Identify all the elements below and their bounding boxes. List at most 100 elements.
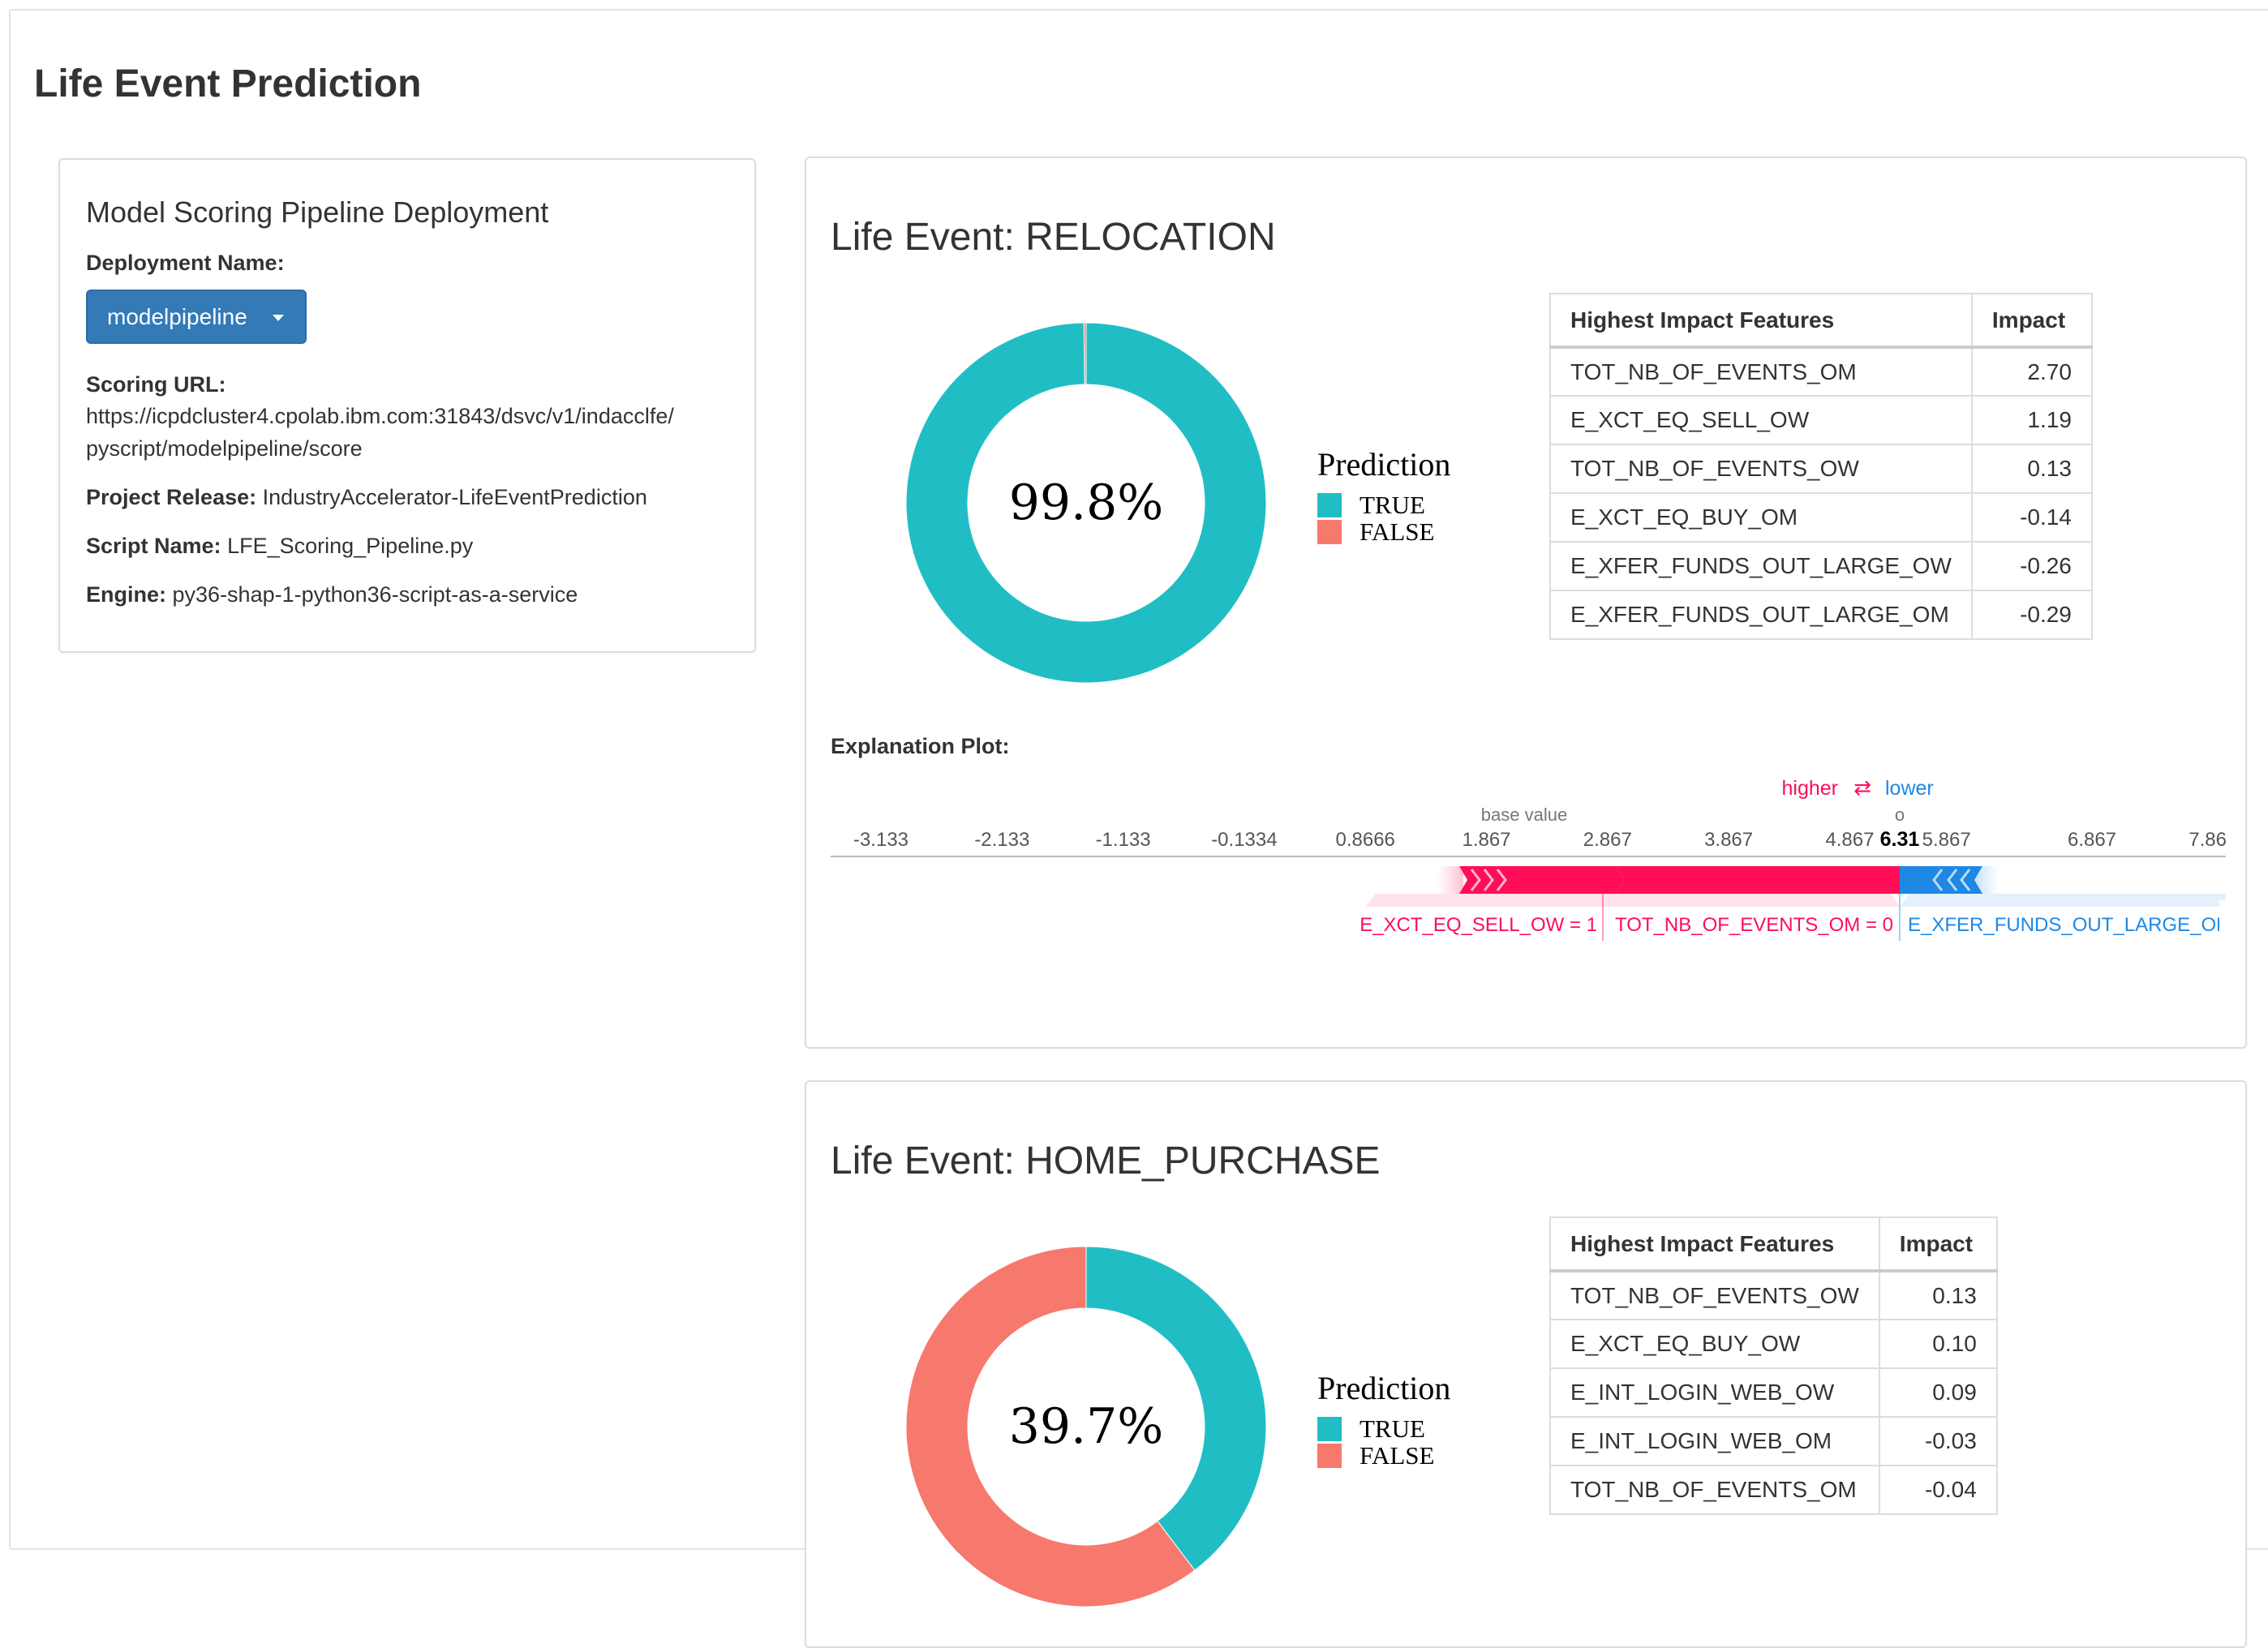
feature-name: E_XCT_EQ_BUY_OW [1549, 1319, 1880, 1369]
feature-name: TOT_NB_OF_EVENTS_OM [1549, 346, 1973, 397]
deployment-panel-title: Model Scoring Pipeline Deployment [86, 195, 549, 229]
script-name: Script Name: LFE_Scoring_Pipeline.py [86, 530, 473, 563]
higher-lower-arrows-icon: ⇄ [1853, 776, 1871, 800]
force-feature-label: E_XCT_EQ_SELL_OW = 1 [1360, 914, 1597, 936]
header-impact: Impact [1970, 293, 2093, 349]
legend-label-true: TRUE [1360, 1414, 1425, 1443]
feature-name: E_INT_LOGIN_WEB_OW [1549, 1367, 1880, 1418]
force-axis-tick-label: -0.1334 [1211, 829, 1277, 851]
table-row: E_INT_LOGIN_WEB_OM -0.03 [1549, 1416, 1998, 1466]
force-fade-right [1974, 866, 1999, 894]
legend-label-true: TRUE [1360, 490, 1425, 519]
feature-impact: -0.14 [1970, 492, 2093, 543]
legend-item-true: TRUE [1317, 490, 1450, 519]
legend-label-false: FALSE [1360, 517, 1435, 546]
table-row: E_XFER_FUNDS_OUT_LARGE_OW -0.26 [1549, 541, 2093, 591]
project-release-label: Project Release: [86, 485, 257, 509]
feature-impact: -0.04 [1878, 1465, 1998, 1515]
table-row: E_XCT_EQ_SELL_OW 1.19 [1549, 395, 2093, 445]
feature-impact: 0.13 [1970, 444, 2093, 494]
feature-impact: 1.19 [1970, 395, 2093, 445]
table-row: TOT_NB_OF_EVENTS_OM 2.70 [1549, 346, 2093, 397]
impact-table-header: Highest Impact Features Impact [1549, 293, 2093, 349]
feature-impact: -0.03 [1878, 1416, 1998, 1466]
feature-name: E_XCT_EQ_SELL_OW [1549, 395, 1973, 445]
force-axis-tick-label: 3.867 [1704, 829, 1753, 851]
engine: Engine: py36-shap-1-python36-script-as-a… [86, 578, 578, 612]
scoring-url-line2: pyscript/modelpipeline/score [86, 436, 363, 461]
prediction-legend: Prediction TRUE FALSE [1317, 445, 1451, 546]
table-row: E_XCT_EQ_BUY_OM -0.14 [1549, 492, 2093, 543]
event-title: Life Event: RELOCATION [831, 216, 1276, 259]
caret-down-icon [273, 315, 284, 321]
legend-label-false: FALSE [1360, 1440, 1435, 1470]
table-row: TOT_NB_OF_EVENTS_OW 0.13 [1549, 444, 2093, 494]
feature-name: E_INT_LOGIN_WEB_OM [1549, 1416, 1880, 1466]
legend-item-false: FALSE [1317, 517, 1450, 546]
force-axis-tick-label: 0.8666 [1335, 829, 1394, 851]
feature-name: E_XFER_FUNDS_OUT_LARGE_OW [1549, 541, 1973, 591]
force-axis-ticks: -3.133 -2.133 -1.133 -0.1334 0.8666 1.867 2.86… [853, 829, 2226, 851]
donut-center-label: 39.7% [1008, 1398, 1164, 1455]
feature-impact: 0.09 [1878, 1367, 1998, 1418]
lower-label: lower [1885, 777, 1934, 800]
feature-name: TOT_NB_OF_EVENTS_OW [1549, 1270, 1880, 1320]
feature-impact: 2.70 [1970, 346, 2093, 397]
prediction-donut: 99.8% [904, 320, 1269, 685]
force-axis-tick-label: 6.867 [2068, 829, 2116, 851]
legend-title: Prediction [1317, 1370, 1451, 1406]
output-marker: o [1895, 805, 1905, 825]
prediction-legend: Prediction TRUE FALSE [1317, 1369, 1451, 1470]
explanation-plot-label: Explanation Plot: [831, 734, 1010, 758]
deployment-name-label: Deployment Name: [86, 251, 285, 275]
page-title: Life Event Prediction [34, 62, 422, 105]
impact-table: Highest Impact Features Impact TOT_NB_OF… [1549, 1217, 1998, 1515]
event-title: Life Event: HOME_PURCHASE [831, 1139, 1381, 1182]
deployment-panel: Model Scoring Pipeline Deployment Deploy… [58, 158, 756, 653]
project-release: Project Release: IndustryAccelerator-Lif… [86, 481, 647, 514]
event-panel-home-purchase: Life Event: HOME_PURCHASE 39.7% Predicti… [805, 1080, 2247, 1648]
force-axis-tick-label: -1.133 [1096, 829, 1151, 851]
force-fade-left [1437, 866, 1463, 894]
legend-swatch-false [1317, 519, 1342, 544]
legend-item-false: FALSE [1317, 1440, 1450, 1470]
feature-name: E_XFER_FUNDS_OUT_LARGE_OM [1549, 590, 1973, 640]
scoring-url-line1: https://icpdcluster4.cpolab.ibm.com:3184… [86, 404, 674, 428]
impact-table-body: TOT_NB_OF_EVENTS_OM 2.70 E_XCT_EQ_SELL_OW 1… [1549, 346, 2093, 640]
legend-swatch-true [1317, 1416, 1342, 1441]
feature-impact: 0.13 [1878, 1270, 1998, 1320]
event-panel-relocation: Life Event: RELOCATION 99.8% Prediction … [805, 157, 2247, 1049]
impact-table-body: TOT_NB_OF_EVENTS_OW 0.13 E_XCT_EQ_BUY_OW 0.… [1549, 1270, 1998, 1515]
impact-table-header: Highest Impact Features Impact [1549, 1217, 1998, 1272]
legend-swatch-false [1317, 1443, 1342, 1468]
force-feature-label: TOT_NB_OF_EVENTS_OM = 0 [1615, 914, 1893, 936]
legend-title: Prediction [1317, 446, 1451, 483]
donut-center-label: 99.8% [1008, 474, 1164, 531]
prediction-donut: 39.7% [904, 1244, 1269, 1609]
table-row: E_INT_LOGIN_WEB_OW 0.09 [1549, 1367, 1998, 1418]
force-bar-tot-nb-of-events-om [1616, 866, 1900, 894]
table-row: TOT_NB_OF_EVENTS_OW 0.13 [1549, 1270, 1998, 1320]
feature-impact: 0.10 [1878, 1319, 1998, 1369]
table-row: E_XCT_EQ_BUY_OW 0.10 [1549, 1319, 1998, 1369]
force-clip-mask [2219, 900, 2226, 949]
deployment-dropdown[interactable]: modelpipeline [86, 290, 307, 344]
table-row: E_XFER_FUNDS_OUT_LARGE_OM -0.29 [1549, 590, 2093, 640]
engine-label: Engine: [86, 582, 166, 607]
higher-label: higher [1782, 777, 1839, 800]
header-feature: Highest Impact Features [1549, 1217, 1880, 1272]
force-axis-tick-label: -2.133 [974, 829, 1029, 851]
impact-table: Highest Impact Features Impact TOT_NB_OF… [1549, 293, 2093, 640]
force-label-leader-higher [1366, 894, 1900, 907]
deployment-dropdown-value: modelpipeline [107, 303, 247, 329]
table-row: TOT_NB_OF_EVENTS_OM -0.04 [1549, 1465, 1998, 1515]
force-plot: higher ⇄ lower base value o -3.133 -2.133… [831, 776, 2226, 949]
force-axis-tick-label: 5.867 [1922, 829, 1971, 851]
base-value-label: base value [1481, 805, 1567, 825]
engine-value: py36-shap-1-python36-script-as-a-service [172, 582, 578, 607]
script-name-label: Script Name: [86, 534, 221, 558]
legend-swatch-true [1317, 492, 1342, 517]
feature-name: TOT_NB_OF_EVENTS_OM [1549, 1465, 1880, 1515]
force-axis-tick-label: -3.133 [853, 829, 908, 851]
feature-impact: -0.26 [1970, 541, 2093, 591]
